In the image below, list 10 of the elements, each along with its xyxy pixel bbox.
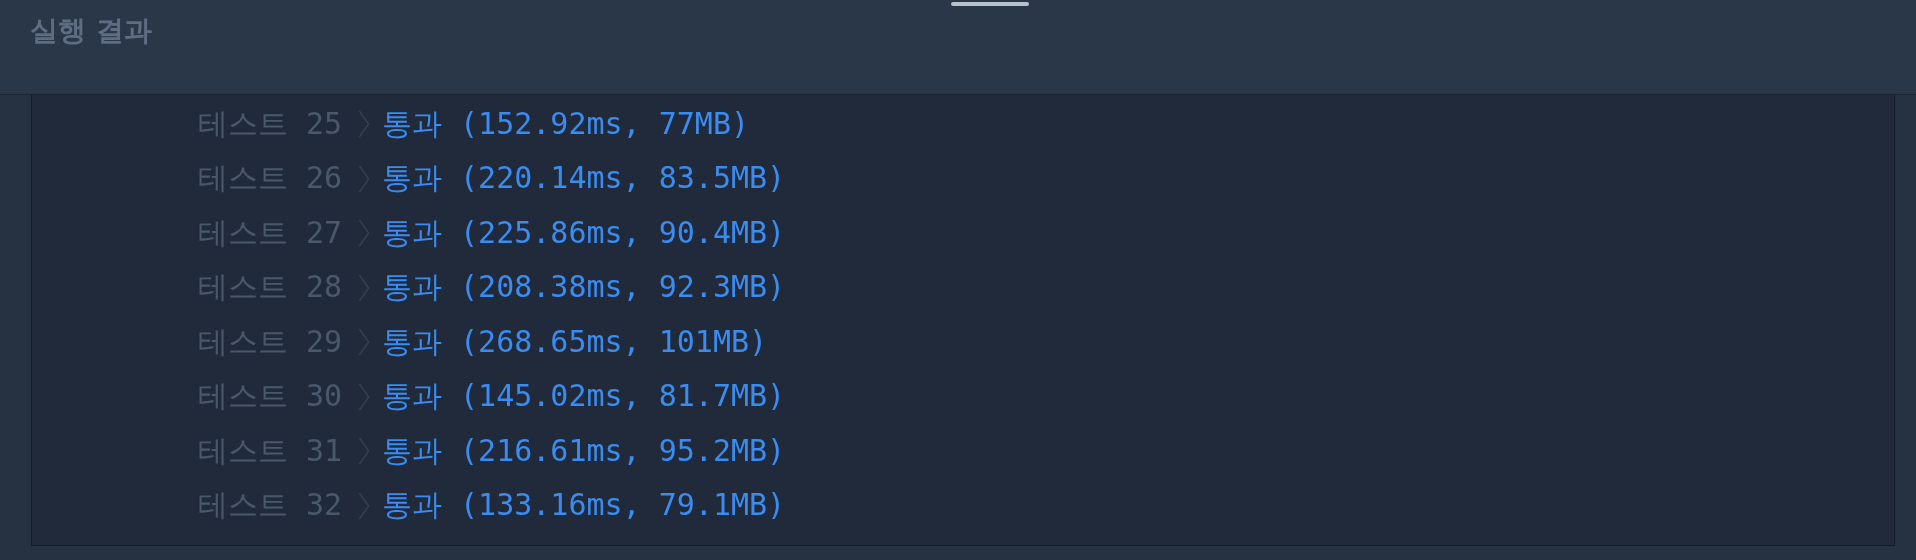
test-result: 통과 (225.86ms, 90.4MB): [382, 213, 786, 252]
test-result: 통과 (133.16ms, 79.1MB): [382, 486, 786, 525]
test-result: 통과 (268.65ms, 101MB): [382, 322, 768, 361]
test-result: 통과 (145.02ms, 81.7MB): [382, 377, 786, 416]
test-result: 통과 (152.92ms, 77MB): [382, 104, 750, 143]
panel-title: 실행 결과: [30, 13, 153, 49]
test-result: 통과 (216.61ms, 95.2MB): [382, 431, 786, 470]
test-result: 통과 (220.14ms, 83.5MB): [382, 159, 786, 198]
resize-handle[interactable]: [951, 2, 1029, 6]
test-result: 통과 (208.38ms, 92.3MB): [382, 268, 786, 307]
